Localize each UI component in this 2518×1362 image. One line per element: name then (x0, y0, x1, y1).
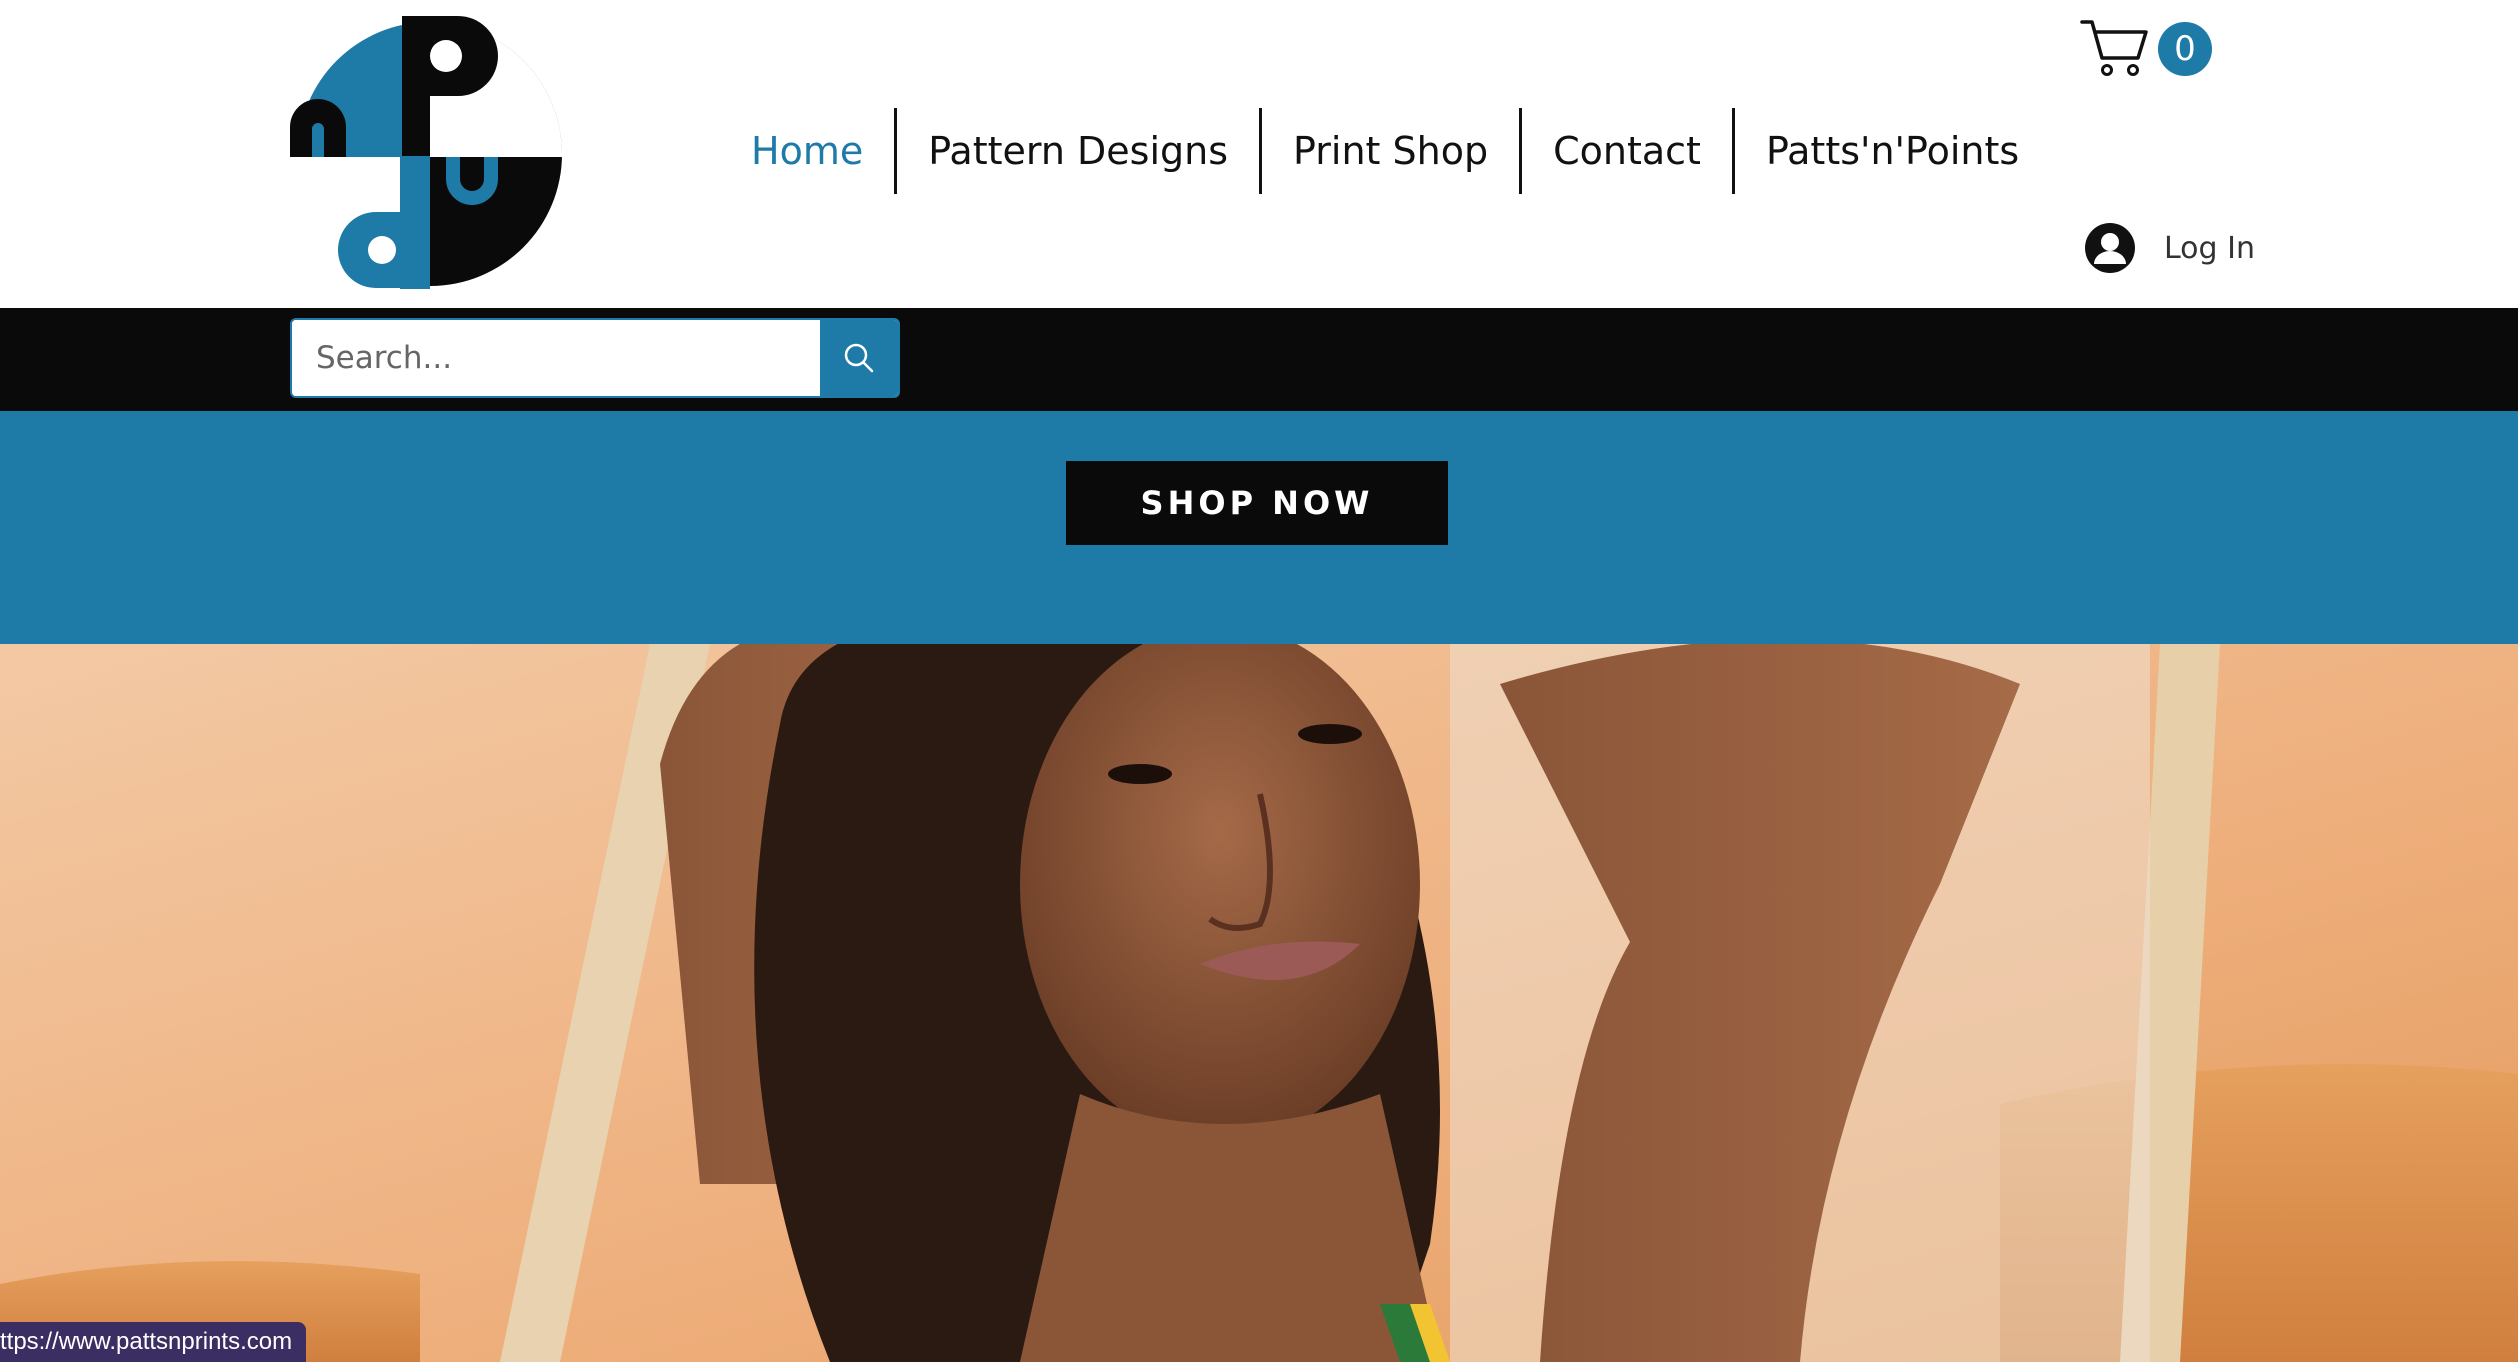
cart-icon[interactable] (2080, 18, 2152, 78)
search-box (290, 318, 900, 398)
login-label: Log In (2164, 230, 2255, 266)
search-icon (844, 343, 874, 373)
site-header: Home Pattern Designs Print Shop Contact … (0, 0, 2518, 308)
status-bar-url: ttps://www.pattsnprints.com (0, 1322, 307, 1362)
search-input[interactable] (292, 320, 820, 396)
search-strip (0, 308, 2518, 411)
hero-image (0, 644, 2518, 1362)
site-logo[interactable] (290, 12, 570, 292)
user-avatar-icon (2085, 223, 2135, 273)
main-nav: Home Pattern Designs Print Shop Contact … (720, 108, 2050, 194)
nav-item-home[interactable]: Home (720, 108, 894, 194)
nav-item-print-shop[interactable]: Print Shop (1262, 108, 1519, 194)
login-button[interactable]: Log In (2084, 220, 2255, 276)
nav-item-pattern-designs[interactable]: Pattern Designs (897, 108, 1259, 194)
promo-banner: SHOP NOW (0, 411, 2518, 644)
search-button[interactable] (820, 320, 898, 396)
cart-count-badge[interactable]: 0 (2158, 22, 2212, 76)
shop-now-button[interactable]: SHOP NOW (1066, 461, 1448, 545)
nav-item-contact[interactable]: Contact (1522, 108, 1732, 194)
nav-item-patts-n-points[interactable]: Patts'n'Points (1735, 108, 2050, 194)
